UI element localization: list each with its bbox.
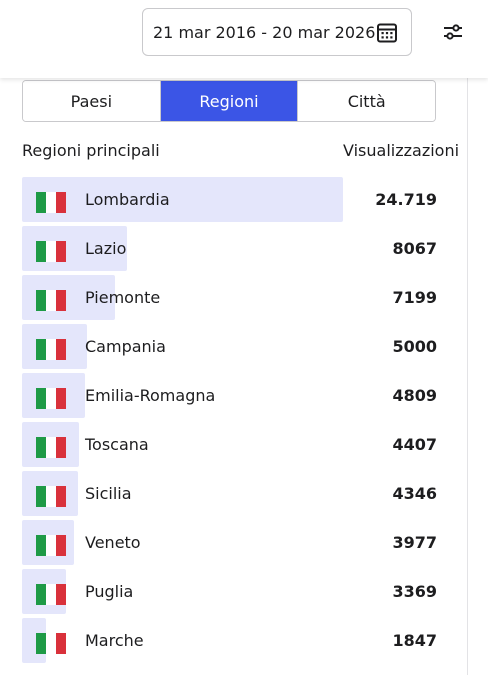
region-name: Puglia — [85, 582, 134, 601]
region-name: Emilia-Romagna — [85, 386, 216, 405]
region-row[interactable]: Lombardia 24.719 — [22, 177, 446, 226]
italy-flag-icon — [36, 192, 66, 213]
region-row[interactable]: Campania 5000 — [22, 324, 446, 373]
region-name: Marche — [85, 631, 144, 650]
region-views: 3977 — [392, 533, 437, 552]
tab-regioni[interactable]: Regioni — [159, 81, 298, 121]
italy-flag-icon — [36, 290, 66, 311]
italy-flag-icon — [36, 584, 66, 605]
region-row[interactable]: Sicilia 4346 — [22, 471, 446, 520]
italy-flag-icon — [36, 486, 66, 507]
italy-flag-icon — [36, 339, 66, 360]
region-row[interactable]: Piemonte 7199 — [22, 275, 446, 324]
region-name: Sicilia — [85, 484, 132, 503]
region-row[interactable]: Toscana 4407 — [22, 422, 446, 471]
region-name: Campania — [85, 337, 166, 356]
italy-flag-icon — [36, 437, 66, 458]
segment-tabs: Paesi Regioni Città — [22, 80, 436, 122]
region-name: Toscana — [85, 435, 149, 454]
italy-flag-icon — [36, 633, 66, 654]
region-row[interactable]: Lazio 8067 — [22, 226, 446, 275]
column-header-views: Visualizzazioni — [343, 141, 460, 160]
region-views: 4346 — [392, 484, 437, 503]
italy-flag-icon — [36, 241, 66, 262]
region-views: 4407 — [392, 435, 437, 454]
region-views: 5000 — [392, 337, 437, 356]
regions-list: Lombardia 24.719 Lazio 8067 Piemonte 7199 Camp… — [22, 177, 446, 667]
region-name: Piemonte — [85, 288, 161, 307]
region-name: Lombardia — [85, 190, 170, 209]
region-row[interactable]: Marche 1847 — [22, 618, 446, 667]
region-name: Lazio — [85, 239, 127, 258]
region-views: 7199 — [392, 288, 437, 307]
region-views: 8067 — [392, 239, 437, 258]
region-row[interactable]: Puglia 3369 — [22, 569, 446, 618]
region-row[interactable]: Emilia-Romagna 4809 — [22, 373, 446, 422]
date-range-label: 21 mar 2016 - 20 mar 2026 — [153, 22, 376, 42]
region-name: Veneto — [85, 533, 141, 552]
tab-citta[interactable]: Città — [297, 81, 435, 121]
date-range-picker[interactable]: 21 mar 2016 - 20 mar 2026 — [142, 8, 412, 56]
italy-flag-icon — [36, 388, 66, 409]
calendar-icon — [377, 23, 397, 43]
italy-flag-icon — [36, 535, 66, 556]
region-views: 4809 — [392, 386, 437, 405]
scroll-divider — [467, 78, 468, 675]
share-bar — [22, 177, 343, 222]
region-views: 24.719 — [375, 190, 437, 209]
sliders-icon[interactable] — [441, 20, 465, 44]
region-views: 3369 — [392, 582, 437, 601]
column-header-regions: Regioni principali — [22, 141, 160, 160]
tab-paesi[interactable]: Paesi — [23, 81, 160, 121]
region-row[interactable]: Veneto 3977 — [22, 520, 446, 569]
region-views: 1847 — [392, 631, 437, 650]
top-bar: 21 mar 2016 - 20 mar 2026 — [0, 0, 488, 78]
